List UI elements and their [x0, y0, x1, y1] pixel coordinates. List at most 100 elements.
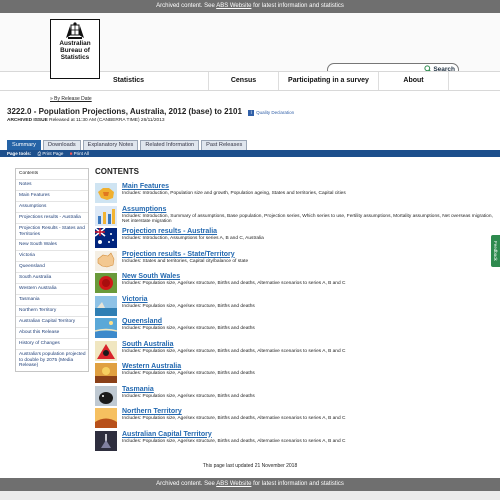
entry-title-link[interactable]: South Australia [122, 341, 495, 349]
sidebar-item[interactable]: Projections results - Australia [16, 213, 88, 224]
contents-entry: Assumptions Includes: Introduction, Summa… [95, 205, 495, 227]
abs-logo[interactable]: Australian Bureau of Statistics [50, 19, 100, 79]
contents-entry: Victoria Includes: Population size, Age/s… [95, 295, 495, 317]
contents-entry: Projection results - State/Territory Incl… [95, 250, 495, 272]
entry-text: Tasmania Includes: Population size, Age/s… [122, 386, 495, 407]
sidebar-item[interactable]: Western Australia [16, 284, 88, 296]
ausmap-thumbnail [95, 250, 117, 271]
nav-item-participating-in-a-survey[interactable]: Participating in a survey [279, 72, 379, 90]
tab-related-information[interactable]: Related Information [140, 140, 200, 150]
entry-title-link[interactable]: Projection results - State/Territory [122, 251, 495, 259]
archived-label: ARCHIVED ISSUE [7, 118, 48, 123]
sidebar-item[interactable]: Australian Capital Territory [16, 317, 88, 329]
nav-item-about[interactable]: About [379, 72, 449, 90]
release-time: Released at 11:30 AM (CANBERRA TIME) 26/… [47, 118, 165, 123]
last-updated: This page last updated 21 November 2018 [202, 463, 298, 469]
footer-abs-website-link[interactable]: ABS Website [216, 481, 251, 487]
entry-description: Includes: Population size, Age/sex struc… [122, 303, 255, 309]
page-title-text: 3222.0 - Population Projections, Austral… [7, 107, 242, 116]
sidebar-item[interactable]: Queensland [16, 262, 88, 274]
sidebar-item[interactable]: Victoria [16, 251, 88, 263]
tab-explanatory-notes[interactable]: Explanatory Notes [82, 140, 139, 150]
footer-banner-prefix: Archived content. See [156, 481, 217, 487]
tab-past-releases[interactable]: Past Releases [201, 140, 248, 150]
contents-entry: Western Australia Includes: Population si… [95, 363, 495, 384]
print-all-button[interactable]: ■ Print All [70, 151, 89, 156]
entry-title-link[interactable]: New South Wales [122, 273, 495, 281]
sidebar-item[interactable]: History of Changes [16, 339, 88, 351]
page-title: 3222.0 - Population Projections, Austral… [7, 107, 294, 116]
print-page-button[interactable]: ⎙ Print Page [38, 151, 64, 156]
contents-list: CONTENTS Main Features Includes: Introduc… [95, 167, 495, 453]
sidebar-item[interactable]: Notes [16, 180, 88, 191]
archived-issue-line: ARCHIVED ISSUE Released at 11:30 AM (CAN… [7, 118, 165, 123]
chart-thumbnail [95, 205, 117, 226]
archive-footer-banner: Archived content. See ABS Website for la… [0, 478, 500, 491]
entry-text: South Australia Includes: Population size… [122, 341, 495, 362]
tas-thumbnail [95, 385, 117, 406]
tab-summary[interactable]: Summary [7, 140, 41, 150]
entry-description: Includes: Population size, Age/sex struc… [122, 416, 346, 421]
entry-title-link[interactable]: Australian Capital Territory [122, 431, 495, 439]
contents-heading: CONTENTS [95, 167, 139, 176]
banner-suffix: for latest information and statistics [251, 3, 344, 9]
quality-declaration-link[interactable]: i Quality Declaration [248, 109, 295, 116]
main-content: » By Release Date 3222.0 - Population Pr… [0, 91, 500, 478]
sidebar-item[interactable]: South Australia [16, 273, 88, 285]
contents-entry: Queensland Includes: Population size, Age… [95, 318, 495, 339]
entry-title-link[interactable]: Projection results - Australia [122, 228, 495, 236]
release-tabs: Summary Downloads Explanatory Notes Related… [7, 140, 248, 150]
entry-text: Assumptions Includes: Introduction, Summa… [122, 206, 495, 227]
page-tools-label: Page tools: [7, 151, 32, 156]
contents-entry: Tasmania Includes: Population size, Age/s… [95, 385, 495, 407]
print-all-label: Print All [73, 151, 89, 156]
sidebar-item[interactable]: Tasmania [16, 295, 88, 307]
entry-description: Includes: Population size, Age/sex struc… [122, 438, 346, 444]
entry-description: Includes: Population size, Age/sex struc… [122, 326, 255, 331]
quality-declaration-label: Quality Declaration [256, 110, 295, 115]
entry-title-link[interactable]: Western Australia [122, 363, 495, 371]
queensland-thumbnail [95, 318, 117, 338]
entry-description: Includes: Introduction, Population size … [122, 191, 346, 196]
entry-title-link[interactable]: Victoria [122, 296, 495, 304]
contents-entry: Australian Capital Territory Includes: Po… [95, 430, 495, 452]
tab-downloads[interactable]: Downloads [42, 140, 81, 150]
nav-item-census[interactable]: Census [209, 72, 279, 90]
entry-title-link[interactable]: Tasmania [122, 386, 495, 394]
entry-description: Includes: States and territories, Capita… [122, 258, 249, 264]
entry-description: Includes: Population size, Age/sex struc… [122, 348, 346, 354]
entry-text: Northern Territory Includes: Population s… [122, 408, 495, 429]
footer-banner-suffix: for latest information and statistics [251, 481, 344, 487]
print-page-label: Print Page [42, 151, 64, 156]
entry-title-link[interactable]: Queensland [122, 318, 495, 326]
entry-description: Includes: Introduction, Assumptions for … [122, 236, 264, 241]
info-icon: i [248, 109, 255, 116]
logo-line-3: Statistics [60, 54, 90, 61]
abs-website-link[interactable]: ABS Website [216, 3, 251, 9]
entry-title-link[interactable]: Main Features [122, 183, 495, 191]
sidebar-item[interactable]: Northern Territory [16, 306, 88, 318]
contents-sidebar: Contents Notes Main Features Assumptions Pro… [15, 168, 89, 372]
waratah-thumbnail [95, 273, 117, 293]
map-thumbnail [95, 183, 117, 203]
sidebar-item[interactable]: Projection Results - States and Territor… [16, 224, 88, 241]
entry-description: Includes: Population size, Age/sex struc… [122, 393, 255, 399]
entry-text: Projection results - State/Territory Incl… [122, 251, 495, 272]
sa-thumbnail [95, 340, 117, 361]
entry-description: Includes: Introduction, Summary of assum… [122, 213, 493, 225]
breadcrumb-link[interactable]: » By Release Date [50, 96, 92, 102]
entry-text: Australian Capital Territory Includes: Po… [122, 431, 495, 452]
act-thumbnail [95, 430, 117, 451]
entry-title-link[interactable]: Assumptions [122, 206, 495, 214]
sidebar-item[interactable]: Main Features [16, 191, 88, 202]
feedback-tab[interactable]: Feedback [491, 235, 500, 267]
printer-icon: ⎙ [37, 151, 42, 156]
archive-banner: Archived content. See ABS Website for la… [0, 0, 500, 13]
sidebar-item[interactable]: New South Wales [16, 240, 88, 252]
sidebar-item[interactable]: Australia's population projected to doub… [16, 350, 88, 371]
sidebar-item[interactable]: Assumptions [16, 202, 88, 213]
entry-text: Western Australia Includes: Population si… [122, 363, 495, 384]
banner-prefix: Archived content. See [156, 3, 217, 9]
sidebar-item[interactable]: About this Release [16, 328, 88, 340]
entry-title-link[interactable]: Northern Territory [122, 408, 495, 416]
